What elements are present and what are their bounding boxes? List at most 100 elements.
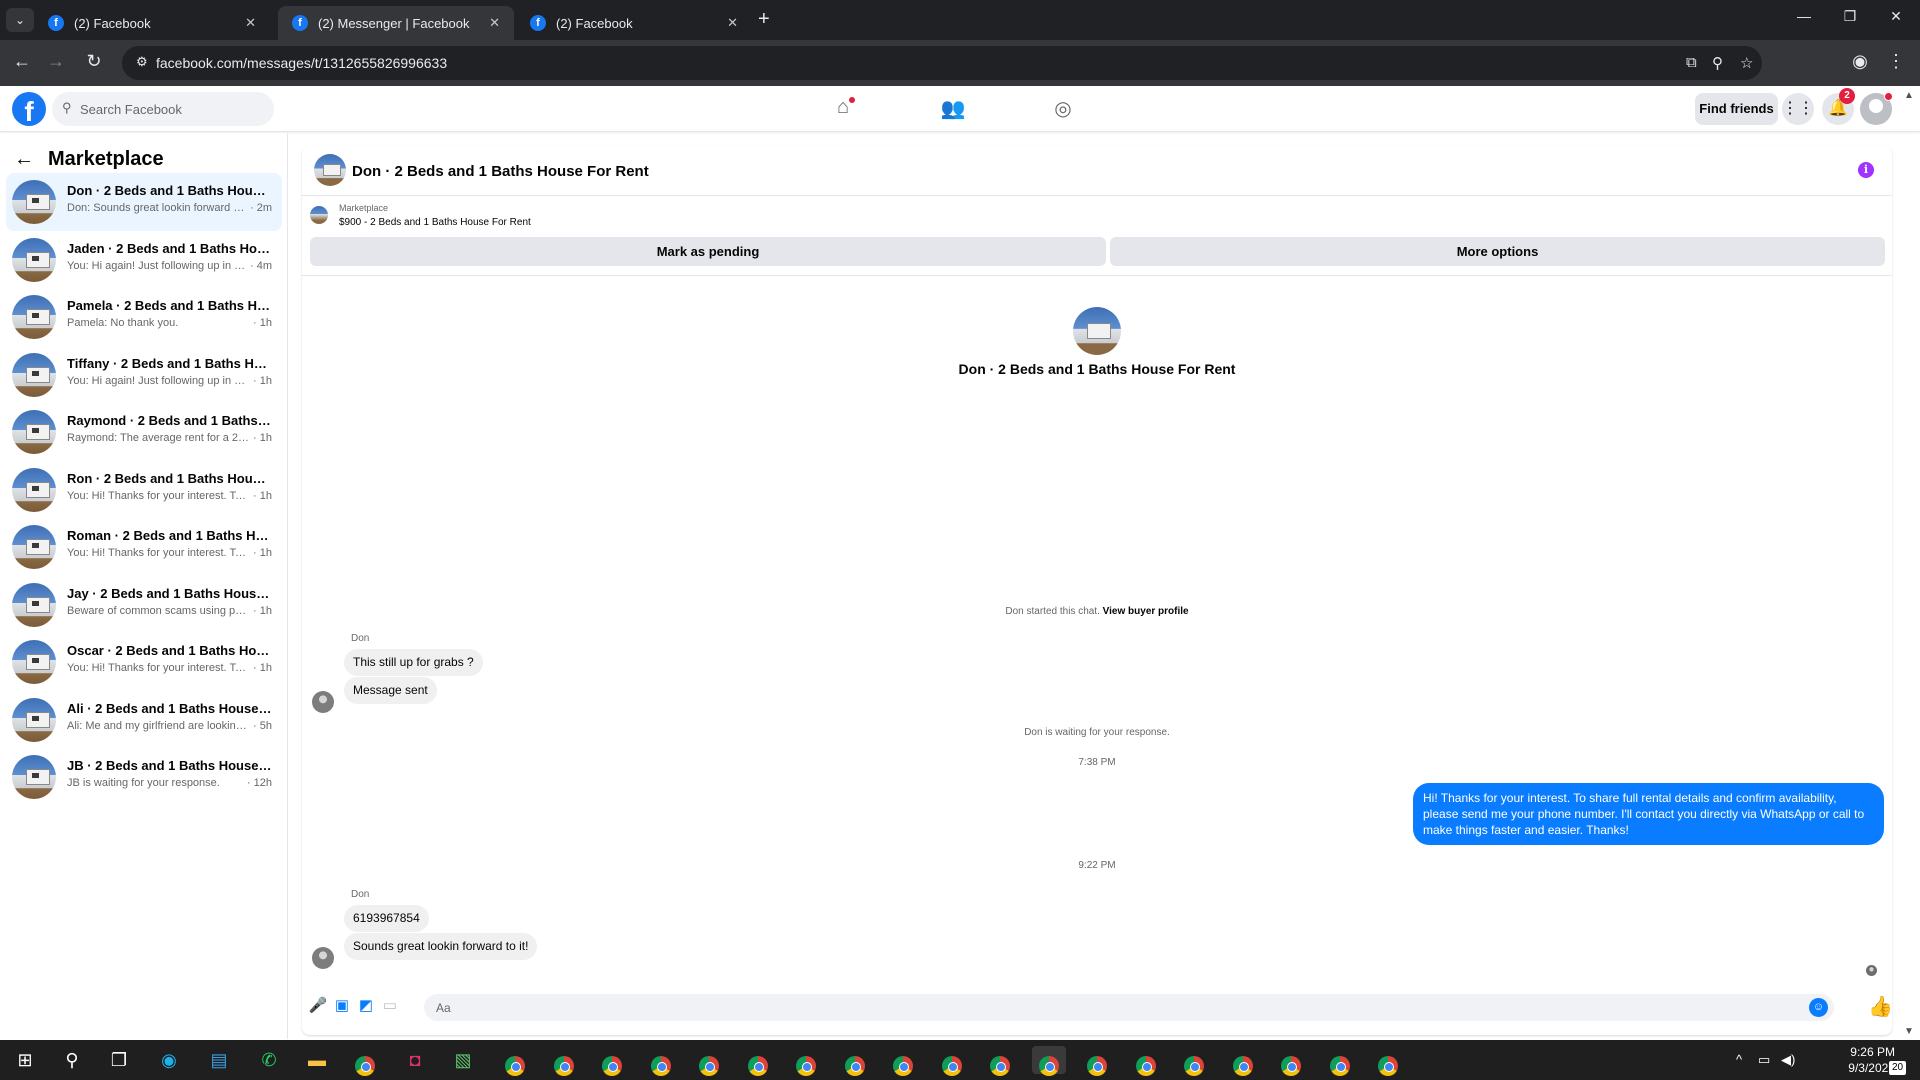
tab-close-icon[interactable]: ✕ xyxy=(727,15,738,31)
instagram-icon[interactable]: ◘ xyxy=(398,1046,432,1074)
message-input-field[interactable]: ☺ xyxy=(424,994,1834,1021)
emoji-icon[interactable]: ☺ xyxy=(1809,998,1828,1017)
listing-price-title[interactable]: $900 - 2 Beds and 1 Baths House For Rent xyxy=(339,217,531,228)
mark-as-pending-button[interactable]: Mark as pending xyxy=(310,237,1106,266)
chrome-window-icon[interactable] xyxy=(547,1046,581,1076)
install-app-icon[interactable]: ⧉ xyxy=(1686,54,1697,71)
network-icon[interactable]: ▭ xyxy=(1758,1052,1770,1068)
message-input[interactable] xyxy=(436,994,1776,1021)
notepad-icon[interactable]: ▧ xyxy=(446,1046,480,1074)
edge-icon[interactable]: ◉ xyxy=(152,1046,186,1074)
zoom-icon[interactable]: ⚲ xyxy=(1712,54,1723,72)
minimize-icon[interactable]: — xyxy=(1784,8,1824,24)
browser-tab-1[interactable]: f (2) Facebook ✕ xyxy=(34,6,270,40)
notification-center-badge[interactable]: 20 xyxy=(1889,1061,1906,1075)
conversation-item[interactable]: Don · 2 Beds and 1 Baths House For Rent D… xyxy=(6,173,282,231)
friends-icon[interactable]: 👥 xyxy=(938,96,968,122)
find-friends-button[interactable]: Find friends xyxy=(1695,93,1778,125)
chrome-window-icon[interactable] xyxy=(1129,1046,1163,1076)
conversation-item[interactable]: Raymond · 2 Beds and 1 Baths House For R… xyxy=(6,403,282,461)
photo-icon[interactable]: ▣ xyxy=(332,996,352,1016)
sender-avatar[interactable] xyxy=(312,947,334,969)
chrome-window-icon[interactable] xyxy=(595,1046,629,1076)
listing-thumbnail[interactable] xyxy=(314,154,346,186)
conversation-item[interactable]: Ali · 2 Beds and 1 Baths House For Rent A… xyxy=(6,691,282,749)
conversation-item[interactable]: Oscar · 2 Beds and 1 Baths House For Ren… xyxy=(6,633,282,691)
chrome-window-icon[interactable] xyxy=(1226,1046,1260,1076)
bookmark-star-icon[interactable]: ☆ xyxy=(1740,54,1753,72)
restore-icon[interactable]: ❐ xyxy=(1830,8,1870,25)
tab-close-icon[interactable]: ✕ xyxy=(489,15,500,31)
chrome-window-icon[interactable] xyxy=(1177,1046,1211,1076)
forward-icon[interactable]: → xyxy=(44,51,68,72)
conversation-item[interactable]: Tiffany · 2 Beds and 1 Baths House For R… xyxy=(6,346,282,404)
chrome-window-icon[interactable] xyxy=(741,1046,775,1076)
chrome-window-icon[interactable] xyxy=(789,1046,823,1076)
chrome-window-icon[interactable] xyxy=(644,1046,678,1076)
info-icon[interactable]: i xyxy=(1858,162,1874,178)
listing-mini-thumbnail[interactable] xyxy=(310,206,328,224)
scroll-up-arrow-icon[interactable]: ▲ xyxy=(1904,90,1914,101)
conversation-item[interactable]: Ron · 2 Beds and 1 Baths House For Rent Y… xyxy=(6,461,282,519)
gif-icon[interactable]: ▭ xyxy=(380,996,400,1016)
browser-tab-2[interactable]: f (2) Messenger | Facebook ✕ xyxy=(278,6,514,40)
chat-title[interactable]: Don · 2 Beds and 1 Baths House For Rent xyxy=(352,163,649,180)
search-icon[interactable]: ⚲ xyxy=(55,1046,89,1074)
address-bar[interactable]: ⚙ facebook.com/messages/t/13126558269966… xyxy=(122,46,1762,80)
conversation-item[interactable]: Roman · 2 Beds and 1 Baths House For Ren… xyxy=(6,518,282,576)
microphone-icon[interactable]: 🎤 xyxy=(308,996,328,1016)
incoming-message[interactable]: Sounds great lookin forward to it! xyxy=(344,933,538,960)
file-explorer-icon[interactable]: ▬ xyxy=(300,1046,334,1074)
chrome-window-icon[interactable] xyxy=(692,1046,726,1076)
store-icon[interactable]: ▤ xyxy=(202,1046,236,1074)
system-clock[interactable]: 9:26 PM 9/3/2025 xyxy=(1815,1044,1895,1076)
browser-tab-3[interactable]: f (2) Facebook ✕ xyxy=(516,6,752,40)
search-input[interactable] xyxy=(80,92,270,126)
facebook-logo-icon[interactable]: f xyxy=(12,92,46,127)
conversation-item[interactable]: Jaden · 2 Beds and 1 Baths House For Ren… xyxy=(6,231,282,289)
groups-icon[interactable]: ◎ xyxy=(1048,96,1078,122)
chrome-icon[interactable] xyxy=(348,1046,382,1076)
incoming-message[interactable]: Message sent xyxy=(344,677,437,704)
back-arrow-icon[interactable]: ← xyxy=(14,148,34,171)
chrome-window-icon[interactable] xyxy=(1323,1046,1357,1076)
incoming-message[interactable]: 6193967854 xyxy=(344,905,429,932)
tab-search-button[interactable]: ⌄ xyxy=(6,8,34,32)
chrome-window-icon[interactable] xyxy=(1080,1046,1114,1076)
chrome-window-icon[interactable] xyxy=(1031,1046,1066,1076)
sender-avatar[interactable] xyxy=(312,691,334,713)
scroll-down-arrow-icon[interactable]: ▼ xyxy=(1904,1026,1914,1037)
tab-close-icon[interactable]: ✕ xyxy=(245,15,256,31)
close-window-icon[interactable]: ✕ xyxy=(1876,8,1916,25)
sticker-icon[interactable]: ◩ xyxy=(356,996,376,1016)
conversation-item[interactable]: Jay · 2 Beds and 1 Baths House For Rent B… xyxy=(6,576,282,634)
reload-icon[interactable]: ↻ xyxy=(82,51,106,72)
thumbs-up-icon[interactable]: 👍 xyxy=(1868,994,1892,1019)
conversation-item[interactable]: Pamela · 2 Beds and 1 Baths House For Re… xyxy=(6,288,282,346)
menu-grid-icon[interactable]: ⋮⋮ xyxy=(1782,93,1814,125)
windows-start-icon[interactable]: ⊞ xyxy=(8,1046,42,1074)
back-icon[interactable]: ← xyxy=(10,51,34,72)
whatsapp-icon[interactable]: ✆ xyxy=(252,1046,286,1074)
conversation-item[interactable]: JB · 2 Beds and 1 Baths House For Rent JB… xyxy=(6,748,282,806)
chrome-window-icon[interactable] xyxy=(1274,1046,1308,1076)
profile-icon[interactable]: ◉ xyxy=(1848,51,1872,72)
url-text[interactable]: facebook.com/messages/t/1312655826996633 xyxy=(156,55,447,71)
task-view-icon[interactable]: ❐ xyxy=(102,1046,136,1074)
outgoing-message[interactable]: Hi! Thanks for your interest. To share f… xyxy=(1413,783,1884,845)
site-info-icon[interactable]: ⚙ xyxy=(136,54,148,70)
volume-icon[interactable]: ◀) xyxy=(1781,1052,1795,1068)
chrome-window-icon[interactable] xyxy=(983,1046,1017,1076)
chrome-window-icon[interactable] xyxy=(498,1046,532,1076)
tray-overflow-icon[interactable]: ^ xyxy=(1736,1052,1742,1067)
more-options-button[interactable]: More options xyxy=(1110,237,1885,266)
chrome-window-icon[interactable] xyxy=(838,1046,872,1076)
chrome-window-icon[interactable] xyxy=(886,1046,920,1076)
incoming-message[interactable]: This still up for grabs ? xyxy=(344,649,483,676)
facebook-search[interactable]: ⚲ xyxy=(52,92,274,126)
view-buyer-profile-link[interactable]: View buyer profile xyxy=(1103,606,1189,617)
new-tab-icon[interactable]: + xyxy=(758,8,770,31)
chrome-window-icon[interactable] xyxy=(1371,1046,1405,1076)
browser-menu-icon[interactable]: ⋮ xyxy=(1884,51,1908,72)
conversation-avatar[interactable] xyxy=(1073,307,1121,355)
